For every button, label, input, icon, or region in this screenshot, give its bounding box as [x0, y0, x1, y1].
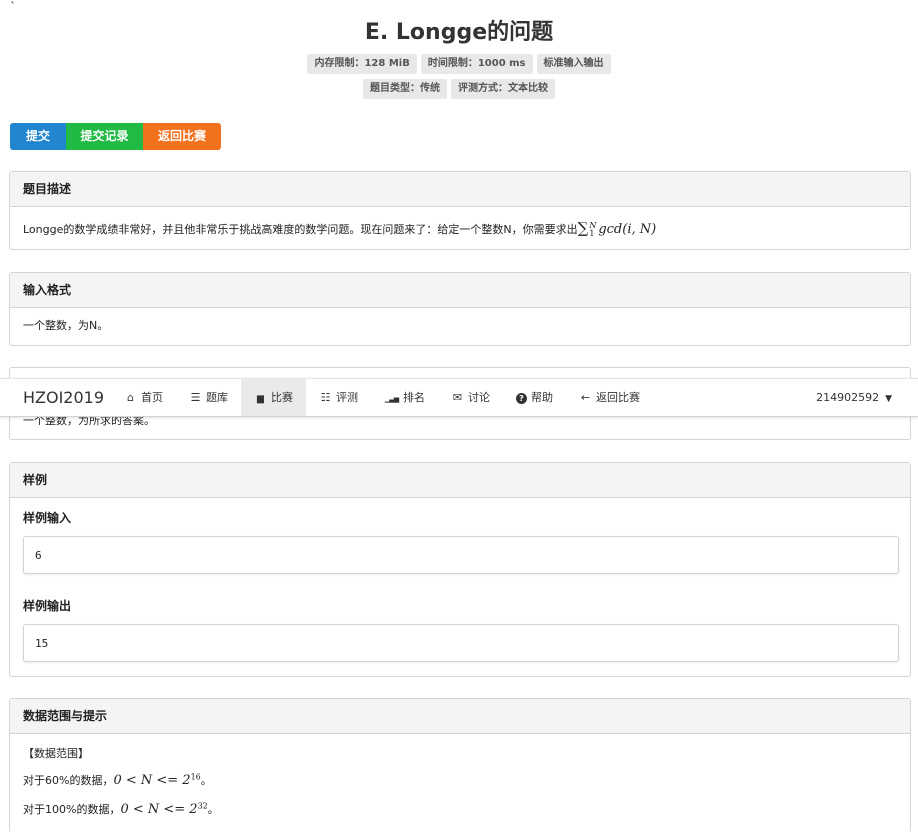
problem-type-label: 题目类型：传统	[363, 79, 447, 99]
hint-60-math: 0 < N <= 2	[113, 773, 191, 788]
gcd-expression: gcd(i, N)	[598, 222, 657, 237]
sum-symbol: ∑	[577, 219, 589, 237]
username: 214902592	[816, 391, 880, 404]
nav-menu: ⌂ 首页 ☰ 题库 ▆ 比赛 ☷ 评测 ▁▃▅ 排名 ✉ 讨论? 帮助 ← 返回比赛	[111, 379, 653, 416]
site-brand[interactable]: HZOI2019	[23, 379, 104, 416]
signal-icon: ▁▃▅	[384, 395, 399, 403]
tasks-icon: ☷	[320, 391, 331, 404]
calendar-icon: ▆	[257, 394, 264, 404]
sample-input-label: 样例输入	[23, 511, 72, 525]
nav-label: 帮助	[531, 391, 553, 404]
io-label: 标准输入输出	[536, 54, 611, 74]
description-body: Longge的数学成绩非常好，并且他非常乐于挑战高难度的数学问题。现在问题来了：…	[10, 207, 910, 251]
nav-label: 首页	[141, 391, 163, 404]
hint-panel: 数据范围与提示 【数据范围】 对于60%的数据，0 < N <= 216。 对于…	[9, 698, 911, 832]
nav-label: 题库	[206, 391, 228, 404]
nav-label: 评测	[336, 391, 358, 404]
type-labels: 题目类型：传统 评测方式：文本比较	[0, 79, 918, 99]
submission-records-button[interactable]: 提交记录	[66, 123, 143, 150]
nav-item-home[interactable]: ⌂ 首页	[111, 379, 176, 416]
hint-line-60: 对于60%的数据，0 < N <= 216。	[23, 772, 212, 788]
user-menu[interactable]: 214902592 ▼	[816, 379, 892, 416]
hint-100-prefix: 对于100%的数据，	[23, 803, 121, 816]
memory-limit-label: 内存限制：128 MiB	[307, 54, 417, 74]
comments-icon: ✉	[452, 391, 463, 404]
limits-labels: 内存限制：128 MiB 时间限制：1000 ms 标准输入输出	[0, 54, 918, 74]
sample-heading: 样例	[10, 463, 910, 498]
sum-lower: 1	[589, 228, 595, 238]
sample-output-box[interactable]: 15	[23, 624, 899, 662]
time-limit-label: 时间限制：1000 ms	[420, 54, 533, 74]
nav-item-judge[interactable]: ☷ 评测	[306, 379, 371, 416]
sample-panel: 样例 样例输入 6 样例输出 15	[9, 462, 911, 677]
help-icon: ?	[516, 393, 527, 404]
hint-100-math: 0 < N <= 2	[120, 802, 198, 817]
nav-label: 返回比赛	[596, 391, 640, 404]
hint-60-prefix: 对于60%的数据，	[23, 774, 114, 787]
hint-100-exponent: 32	[197, 801, 208, 811]
sample-input-box[interactable]: 6	[23, 536, 899, 574]
hint-heading: 数据范围与提示	[10, 699, 910, 734]
input-format-heading: 输入格式	[10, 273, 910, 308]
hint-60-suffix: 。	[200, 774, 212, 787]
judge-method-label: 评测方式：文本比较	[451, 79, 555, 99]
description-panel: 题目描述 Longge的数学成绩非常好，并且他非常乐于挑战高难度的数学问题。现在…	[9, 171, 911, 250]
nav-item-ranking[interactable]: ▁▃▅ 排名	[371, 379, 438, 416]
arrow-left-icon: ←	[580, 391, 591, 404]
input-format-panel: 输入格式 一个整数，为N。	[9, 272, 911, 346]
hint-60-exponent: 16	[190, 772, 201, 782]
list-icon: ☰	[190, 391, 201, 404]
nav-item-back-contest[interactable]: ← 返回比赛	[566, 379, 653, 416]
description-heading: 题目描述	[10, 172, 910, 207]
nav-item-help[interactable]: ? 帮助	[503, 379, 566, 416]
input-format-text: 一个整数，为N。	[23, 319, 109, 332]
nav-label: 讨论	[468, 391, 490, 404]
hint-range-title: 【数据范围】	[23, 747, 89, 760]
caret-down-icon: ▼	[885, 394, 892, 404]
page-title: E. Longge的问题	[364, 20, 554, 45]
nav-label: 排名	[403, 391, 425, 404]
description-text: Longge的数学成绩非常好，并且他非常乐于挑战高难度的数学问题。现在问题来了：…	[23, 223, 578, 236]
sample-output-label: 样例输出	[23, 599, 72, 613]
stray-char: `	[10, 0, 16, 14]
top-navbar: HZOI2019 ⌂ 首页 ☰ 题库 ▆ 比赛 ☷ 评测 ▁▃▅ 排名 ✉ 讨论? 帮助 ← 返回比赛 21…	[0, 378, 918, 417]
hint-100-suffix: 。	[207, 803, 219, 816]
submit-button[interactable]: 提交	[10, 123, 66, 150]
nav-item-problems[interactable]: ☰ 题库	[176, 379, 241, 416]
hint-line-100: 对于100%的数据，0 < N <= 232。	[23, 801, 219, 817]
nav-item-discuss[interactable]: ✉ 讨论	[438, 379, 503, 416]
home-icon: ⌂	[127, 391, 134, 404]
back-to-contest-button[interactable]: 返回比赛	[143, 123, 221, 150]
action-buttons: 提交 提交记录 返回比赛	[10, 123, 221, 150]
nav-item-contests[interactable]: ▆ 比赛	[241, 379, 306, 416]
nav-label: 比赛	[271, 391, 293, 404]
sum-formula: ∑ N 1 gcd(i, N)	[577, 219, 657, 238]
